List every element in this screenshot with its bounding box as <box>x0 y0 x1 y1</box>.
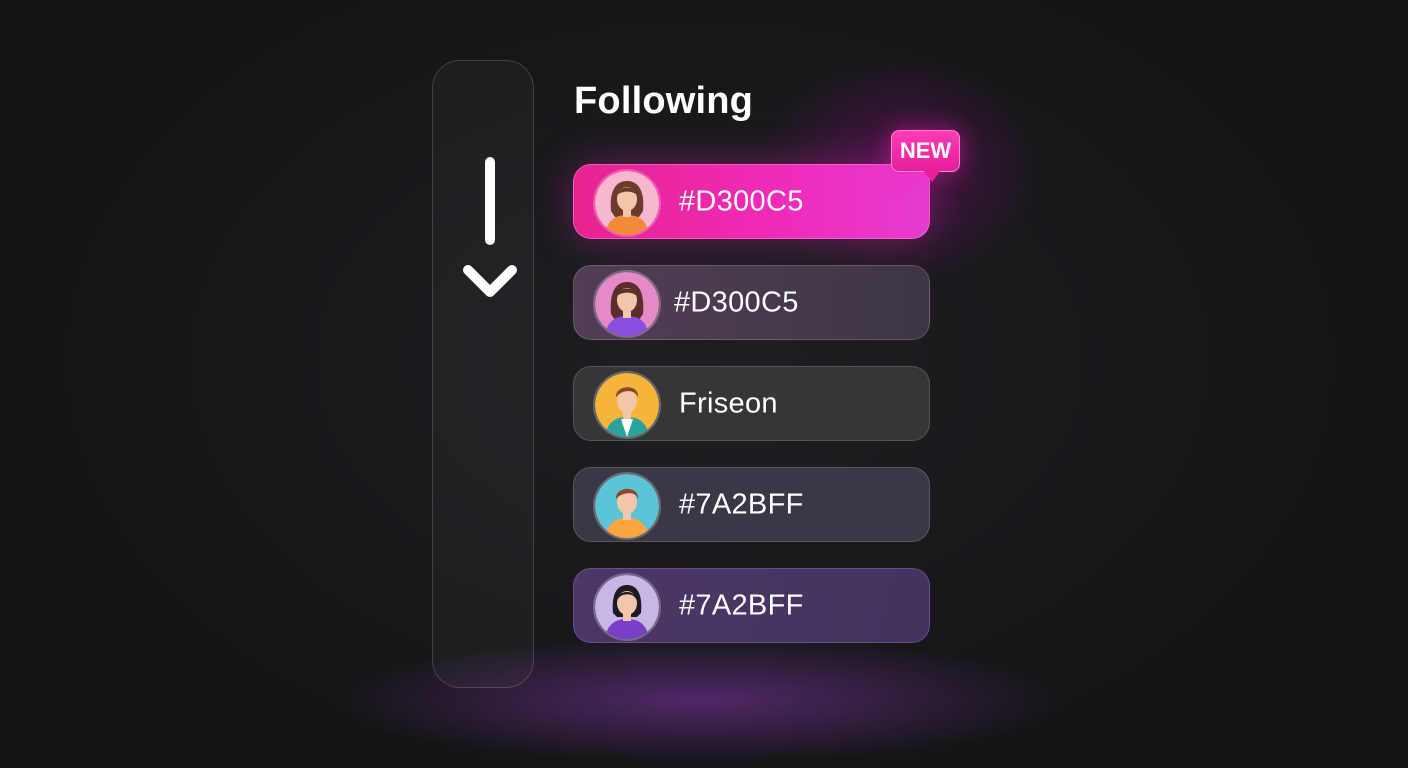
list-item-label: #7A2BFF <box>679 589 804 621</box>
avatar <box>593 472 661 540</box>
list-item-following-3[interactable]: Friseon <box>573 366 930 441</box>
list-item-following-2[interactable]: #D300C5 <box>573 265 930 340</box>
avatar-woman-icon <box>595 575 659 639</box>
avatar-man-icon <box>595 474 659 538</box>
new-badge: NEW <box>891 130 960 172</box>
list-item-label: #D300C5 <box>674 286 799 318</box>
avatar <box>593 270 661 338</box>
list-item-following-1[interactable]: #D300C5 <box>573 164 930 239</box>
avatar-woman-icon <box>595 272 659 336</box>
list-item-label: Friseon <box>679 387 778 419</box>
avatar-man-icon <box>595 373 659 437</box>
following-list: #D300C5 #D300C5 Friseon #7A2BFF #7A2BFF <box>573 164 930 669</box>
page-title: Following <box>574 80 754 122</box>
new-badge-tail <box>923 170 941 182</box>
list-item-following-5[interactable]: #7A2BFF <box>573 568 930 643</box>
list-item-label: #D300C5 <box>679 185 804 217</box>
avatar <box>593 371 661 439</box>
list-item-following-4[interactable]: #7A2BFF <box>573 467 930 542</box>
app-canvas: Following #D300C5 #D300C5 Friseon #7A2BF… <box>0 0 1408 768</box>
arrow-down-icon <box>463 157 517 297</box>
avatar <box>593 573 661 641</box>
avatar <box>593 169 661 237</box>
avatar-woman-icon <box>595 171 659 235</box>
list-item-label: #7A2BFF <box>679 488 804 520</box>
